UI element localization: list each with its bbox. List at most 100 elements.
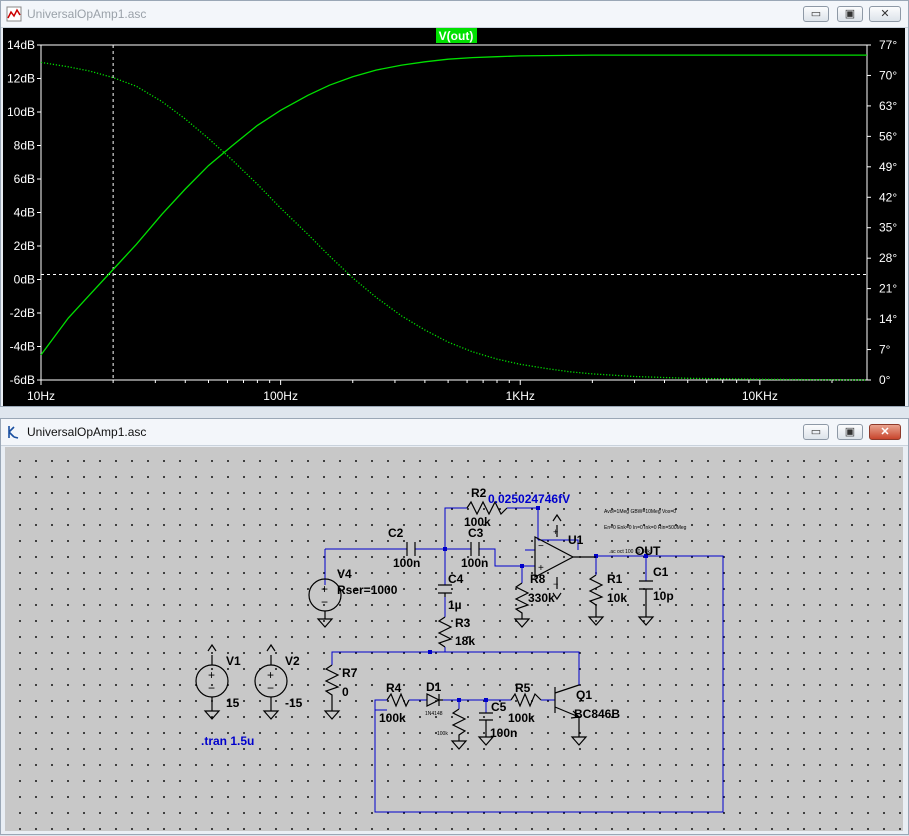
v4-value[interactable]: Rser=1000 — [337, 583, 398, 597]
r2-label[interactable]: R2 — [471, 486, 487, 500]
supply-arrow-icon — [207, 643, 217, 652]
plus-sign: + — [321, 582, 328, 596]
r4-label[interactable]: R4 — [386, 681, 402, 695]
waveform-viewer-icon — [6, 6, 22, 22]
schematic-window-titlebar[interactable]: UniversalOpAmp1.asc ▭ ▣ ✕ — [1, 419, 908, 446]
c2-label[interactable]: C2 — [388, 526, 404, 540]
plot-restore-button[interactable]: ▣ — [837, 6, 863, 22]
c2-value[interactable]: 100n — [393, 556, 420, 570]
capacitor-c3[interactable] — [470, 542, 480, 556]
r1-label[interactable]: R1 — [607, 572, 623, 586]
r3-value[interactable]: 18k — [455, 634, 475, 648]
v2-label[interactable]: V2 — [285, 654, 300, 668]
v4-label[interactable]: V4 — [337, 567, 352, 581]
opamp-vplus-label: + — [553, 527, 558, 537]
minus-sign: − — [267, 681, 274, 695]
ground-icon — [570, 736, 588, 746]
y-right-tick-label: 42° — [879, 190, 897, 204]
r5-value[interactable]: 100k — [508, 711, 535, 725]
resistor-r4[interactable] — [386, 692, 410, 708]
plot-minimize-button[interactable]: ▭ — [803, 6, 829, 22]
schematic-canvas[interactable]: + − + − + − − + + − R2 100k C2 100n C3 1… — [5, 447, 903, 831]
capacitor-c2[interactable] — [406, 542, 416, 556]
c1-value[interactable]: 10p — [653, 589, 674, 603]
wire — [430, 651, 580, 685]
resistor-r7[interactable] — [324, 664, 340, 711]
ground-icon — [316, 618, 334, 628]
c5-value[interactable]: 100n — [490, 726, 517, 740]
resistor-r1[interactable] — [588, 574, 604, 617]
resistor-r6[interactable] — [451, 708, 467, 741]
source-signs: + − + − + − − + + − — [208, 527, 558, 695]
r8-label[interactable]: R8 — [530, 572, 546, 586]
bode-plot-svg[interactable]: 14dB 12dB 10dB 8dB 6dB 4dB 2dB 0dB -2dB -4dB -6dB 7… — [3, 28, 905, 406]
schematic-close-button[interactable]: ✕ — [869, 424, 901, 440]
r4-value[interactable]: 100k — [379, 711, 406, 725]
junction-dot — [457, 698, 461, 702]
schematic-window-title: UniversalOpAmp1.asc — [27, 425, 147, 439]
y-left-tick-label: 0dB — [14, 273, 35, 287]
c1-label[interactable]: C1 — [653, 565, 669, 579]
opamp-params-line1: Avol=1Meg GBW=10Meg Vos=0 — [604, 509, 676, 515]
minimize-icon: ▭ — [810, 8, 822, 20]
capacitor-c1[interactable] — [639, 580, 653, 617]
r8-value[interactable]: 330k — [528, 591, 555, 605]
resistor-r8[interactable] — [514, 582, 530, 619]
plot-window-title: UniversalOpAmp1.asc — [27, 7, 147, 21]
c5-label[interactable]: C5 — [491, 700, 507, 714]
u1-label[interactable]: U1 — [568, 533, 584, 547]
y-left-tick-label: 10dB — [7, 105, 35, 119]
v1-label[interactable]: V1 — [226, 654, 241, 668]
y-right-tick-label: 63° — [879, 99, 897, 113]
trace-title[interactable]: V(out) — [439, 29, 474, 43]
probe-voltage-readout: 0.025024746fV — [488, 492, 570, 506]
c3-value[interactable]: 100n — [461, 556, 488, 570]
ground-icon — [203, 710, 221, 720]
y-right-tick-label: 21° — [879, 282, 897, 296]
y-left-tick-label: -4dB — [10, 340, 35, 354]
y-left-tick-label: 14dB — [7, 38, 35, 52]
schematic-restore-button[interactable]: ▣ — [837, 424, 863, 440]
minus-sign: − — [208, 681, 215, 695]
schematic-svg[interactable]: + − + − + − − + + − R2 100k C2 100n C3 1… — [5, 447, 903, 831]
y-right-tick-label: 0° — [879, 373, 891, 387]
plus-sign: + — [267, 668, 274, 682]
bode-plot-area[interactable]: 14dB 12dB 10dB 8dB 6dB 4dB 2dB 0dB -2dB -4dB -6dB 7… — [3, 28, 905, 406]
resistor-r5[interactable] — [510, 692, 542, 708]
plot-close-button[interactable]: ✕ — [869, 6, 901, 22]
r1-value[interactable]: 10k — [607, 591, 627, 605]
capacitor-c4[interactable] — [438, 584, 452, 594]
diode-d1[interactable] — [426, 693, 443, 707]
r3-label[interactable]: R3 — [455, 616, 471, 630]
c4-value[interactable]: 1µ — [448, 598, 462, 612]
plot-cursors[interactable] — [41, 45, 867, 380]
y-left-tick-label: 6dB — [14, 172, 35, 186]
schematic-minimize-button[interactable]: ▭ — [803, 424, 829, 440]
x-tick-label: 1KHz — [506, 389, 535, 403]
c3-label[interactable]: C3 — [468, 526, 484, 540]
v2-value[interactable]: -15 — [285, 696, 303, 710]
v1-value[interactable]: 15 — [226, 696, 240, 710]
supply-arrow-icon — [266, 643, 276, 652]
q1-label[interactable]: Q1 — [576, 688, 592, 702]
supply-arrow-icon — [552, 513, 562, 522]
d1-label[interactable]: D1 — [426, 680, 442, 694]
opamp-minus-input: − — [538, 541, 544, 552]
plot-window: UniversalOpAmp1.asc ▭ ▣ ✕ 14dB 12dB 10dB 8d… — [0, 0, 909, 407]
plot-series — [40, 54, 868, 381]
ac-directive[interactable]: .ac oct 100 10 30k — [609, 549, 650, 555]
r5-label[interactable]: R5 — [515, 681, 531, 695]
opamp-params-line2: En=0 Enk=0 In=0 Ink=0 Rin=500Meg — [604, 525, 687, 531]
r7-label[interactable]: R7 — [342, 666, 358, 680]
opamp-vminus-label: − — [553, 579, 558, 589]
resistor-r3[interactable] — [437, 616, 453, 648]
ground-icon — [450, 740, 468, 750]
c4-label[interactable]: C4 — [448, 572, 464, 586]
y-right-tick-label: 14° — [879, 312, 897, 326]
q1-value[interactable]: BC846B — [574, 707, 620, 721]
junction-dot — [428, 650, 432, 654]
tran-directive[interactable]: .tran 1.5u — [201, 734, 254, 748]
plot-window-titlebar[interactable]: UniversalOpAmp1.asc ▭ ▣ ✕ — [1, 1, 908, 28]
r7-value[interactable]: 0 — [342, 685, 349, 699]
plus-sign: + — [208, 668, 215, 682]
